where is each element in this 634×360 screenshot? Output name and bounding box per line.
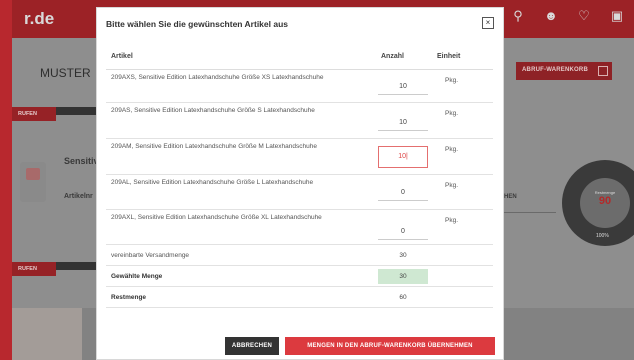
table-row: 209AS, Sensitive Edition Latexhandschuhe… (106, 103, 493, 139)
article-selection-modal: Bitte wählen Sie die gewünschten Artikel… (96, 7, 504, 360)
gewaehlte-menge-row: Gewählte Menge 30 (106, 267, 493, 287)
column-header-artikel: Artikel (111, 53, 133, 60)
heart-icon[interactable]: ♡ (577, 8, 591, 24)
artikelnr-label: Artikelnr (64, 193, 93, 200)
muster-label: MUSTER (40, 66, 91, 80)
table-row: 209AXL, Sensitive Edition Latexhandschuh… (106, 210, 493, 245)
vereinbarte-versandmenge-label: vereinbarte Versandmenge (111, 252, 190, 259)
header-icons: ⚲ ☻ ♡ ▣ (511, 8, 634, 24)
dark-strip-1 (56, 107, 100, 115)
quantity-input[interactable]: 0 (378, 185, 428, 201)
unit-label: Pkg. (445, 182, 459, 189)
article-name: 209AS, Sensitive Edition Latexhandschuhe… (111, 107, 315, 114)
modal-title: Bitte wählen Sie die gewünschten Artikel… (106, 19, 289, 29)
table-row: 209AL, Sensitive Edition Latexhandschuhe… (106, 175, 493, 210)
quantity-input[interactable]: 10 (378, 115, 428, 131)
abrufen-tag-2[interactable]: RUFEN (12, 262, 56, 276)
article-name: 209AL, Sensitive Edition Latexhandschuhe… (111, 179, 314, 186)
unit-label: Pkg. (445, 217, 459, 224)
left-red-edge (0, 0, 12, 360)
add-to-abruf-warenkorb-button[interactable]: MENGEN IN DEN ABRUF-WARENKORB ÜBERNEHMEN (285, 337, 495, 355)
product-name-partial: Sensitiv (64, 156, 99, 166)
cancel-button[interactable]: ABBRECHEN (225, 337, 279, 355)
quantity-input[interactable]: 10| (378, 146, 428, 168)
article-name: 209AXS, Sensitive Edition Latexhandschuh… (111, 74, 324, 81)
search-icon[interactable]: ⚲ (511, 8, 525, 24)
user-icon[interactable]: ☻ (544, 8, 558, 24)
column-header-einheit: Einheit (437, 53, 461, 60)
restmenge-percent: 100% (596, 233, 609, 239)
restmenge-row: Restmenge 60 (106, 288, 493, 308)
vereinbarte-versandmenge-value: 30 (399, 252, 407, 259)
abruf-warenkorb-button[interactable]: ABRUF-WARENKORB (516, 62, 612, 80)
vereinbarte-versandmenge-row: vereinbarte Versandmenge 30 (106, 246, 493, 266)
close-icon[interactable]: × (482, 17, 494, 29)
table-row: 209AXS, Sensitive Edition Latexhandschuh… (106, 70, 493, 103)
restmenge-donut-value: 90 (598, 195, 612, 207)
restmenge-value: 60 (399, 294, 407, 301)
abrufen-tag-1[interactable]: RUFEN (12, 107, 56, 121)
gewaehlte-menge-label: Gewählte Menge (111, 273, 163, 280)
bottom-image (12, 308, 82, 360)
cart-icon[interactable]: ▣ (610, 8, 624, 24)
site-logo[interactable]: r.de (24, 9, 54, 29)
column-header-anzahl: Anzahl (381, 53, 404, 60)
product-image (20, 162, 46, 202)
article-name: 209AM, Sensitive Edition Latexhandschuhe… (111, 143, 317, 150)
divider (496, 212, 556, 213)
restmenge-label: Restmenge (111, 294, 147, 301)
restmenge-donut-center: Restmenge 90 (580, 178, 630, 228)
gewaehlte-menge-value: 30 (378, 269, 428, 284)
dark-strip-2 (56, 262, 100, 270)
quantity-input[interactable]: 10 (378, 79, 428, 95)
table-row: 209AM, Sensitive Edition Latexhandschuhe… (106, 139, 493, 175)
quantity-input[interactable]: 0 (378, 224, 428, 240)
unit-label: Pkg. (445, 110, 459, 117)
article-name: 209AXL, Sensitive Edition Latexhandschuh… (111, 214, 322, 221)
unit-label: Pkg. (445, 77, 459, 84)
unit-label: Pkg. (445, 146, 459, 153)
